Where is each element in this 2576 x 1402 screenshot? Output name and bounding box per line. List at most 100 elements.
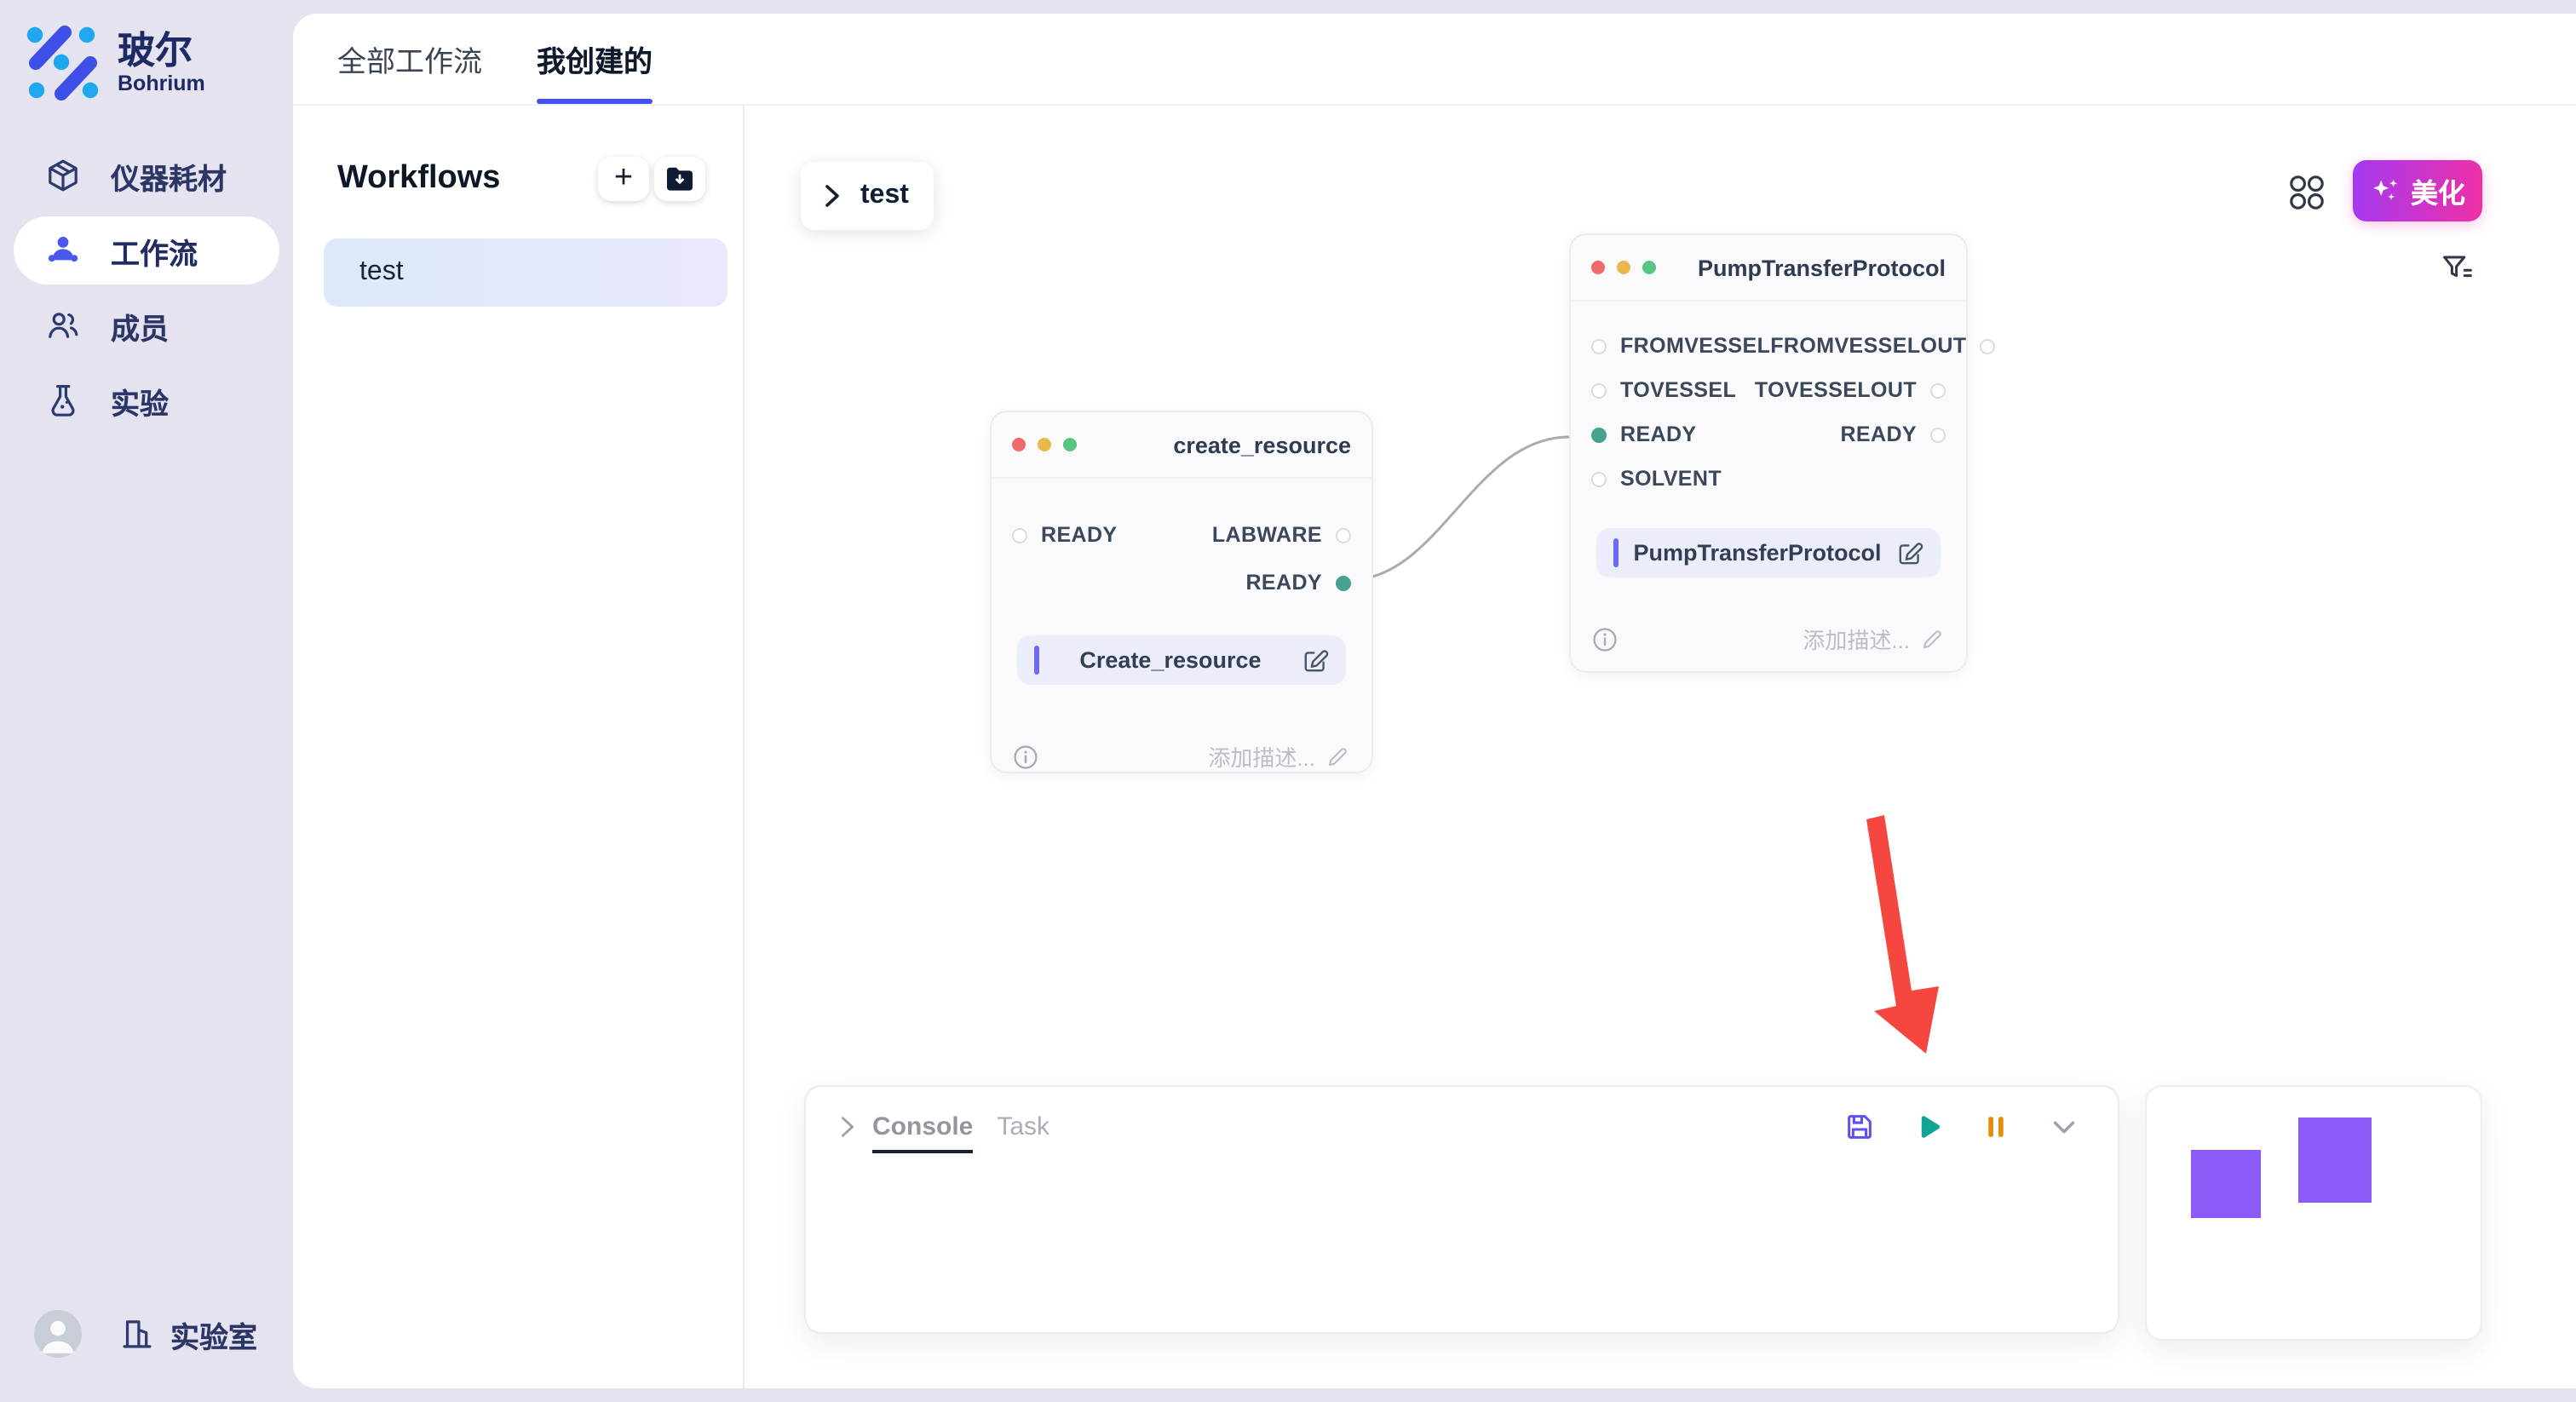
node-header: PumpTransferProtocol <box>1571 235 1966 302</box>
input-port-fromvessel[interactable]: FROMVESSEL <box>1591 334 1770 358</box>
building-icon <box>119 1315 155 1353</box>
port-label: LABWARE <box>1212 523 1322 547</box>
logo-subtitle: Bohrium <box>118 72 205 95</box>
sidebar-item-experiments[interactable]: 实验 <box>14 366 279 434</box>
lab-selector[interactable]: 实验室 <box>170 1313 257 1355</box>
input-port-solvent[interactable]: SOLVENT <box>1591 467 1722 491</box>
minimap[interactable] <box>2145 1085 2482 1341</box>
sidebar-item-label: 实验 <box>111 379 169 422</box>
node-action[interactable]: PumpTransferProtocol <box>1596 528 1941 577</box>
chevron-right-icon <box>821 182 843 210</box>
add-description[interactable]: 添加描述... <box>1208 740 1351 773</box>
import-folder-button[interactable] <box>654 157 705 201</box>
node-title: PumpTransferProtocol <box>1656 255 1946 280</box>
node-create-resource[interactable]: create_resource READY LABWARE <box>990 411 1373 773</box>
port-circle <box>1930 382 1946 398</box>
port-label: READY <box>1620 422 1697 446</box>
window-dot-yellow <box>1038 438 1051 451</box>
node-action[interactable]: Create_resource <box>1017 635 1346 685</box>
beautify-button[interactable]: 美化 <box>2353 160 2482 221</box>
output-port-fromvesselout[interactable]: FROMVESSELOUT <box>1770 334 1995 358</box>
console-panel: Console Task <box>804 1085 2119 1334</box>
command-grid-icon[interactable] <box>2288 174 2326 211</box>
output-port-tovesselout[interactable]: TOVESSELOUT <box>1755 378 1946 402</box>
add-description[interactable]: 添加描述... <box>1803 623 1946 655</box>
collapse-chevron-right-icon[interactable] <box>837 1114 859 1140</box>
sidebar-nav: 仪器耗材 工作流 成员 <box>0 141 293 434</box>
tab-console[interactable]: Console <box>872 1112 973 1141</box>
node-pump-transfer-protocol[interactable]: PumpTransferProtocol FROMVESSEL FROMVESS… <box>1569 233 1968 673</box>
port-label: READY <box>1041 523 1118 547</box>
window-dot-red <box>1591 261 1605 274</box>
node-connection-edge <box>1349 437 1569 580</box>
tab-task[interactable]: Task <box>997 1112 1049 1141</box>
workflow-canvas[interactable]: test 美化 <box>745 106 2576 1388</box>
port-circle <box>1336 527 1351 543</box>
workflow-icon <box>44 232 82 269</box>
port-circle <box>1930 427 1946 442</box>
sidebar-item-label: 仪器耗材 <box>111 154 227 197</box>
workflow-tabbar: 全部工作流 我创建的 <box>293 14 2576 106</box>
port-circle <box>1012 527 1027 543</box>
output-port-ready[interactable]: READY <box>1840 422 1946 446</box>
port-label: TOVESSELOUT <box>1755 378 1917 402</box>
user-avatar-icon <box>34 1310 82 1358</box>
sidebar-item-workflow[interactable]: 工作流 <box>14 216 279 284</box>
breadcrumb[interactable]: test <box>801 162 934 230</box>
members-icon <box>44 307 82 344</box>
port-circle <box>1591 338 1607 353</box>
edit-icon[interactable] <box>1896 539 1923 566</box>
add-workflow-button[interactable]: + <box>598 157 649 201</box>
logo: 玻尔 Bohrium <box>0 0 293 101</box>
pause-icon[interactable] <box>1980 1111 2012 1143</box>
port-label: READY <box>1245 571 1322 595</box>
port-label: FROMVESSELOUT <box>1770 334 1966 358</box>
tab-label: 全部工作流 <box>337 37 482 80</box>
chevron-down-icon[interactable] <box>2048 1111 2080 1143</box>
info-icon[interactable] <box>1012 743 1039 770</box>
workflow-name: test <box>359 257 404 288</box>
breadcrumb-label: test <box>860 181 909 211</box>
input-port-tovessel[interactable]: TOVESSEL <box>1591 378 1736 402</box>
output-port-ready[interactable]: READY <box>1245 571 1351 595</box>
input-port-ready[interactable]: READY <box>1012 523 1118 547</box>
input-port-ready[interactable]: READY <box>1591 422 1697 446</box>
sparkles-icon <box>2370 177 2401 204</box>
save-icon[interactable] <box>1843 1111 1876 1143</box>
description-placeholder: 添加描述... <box>1208 740 1315 773</box>
sidebar-item-label: 成员 <box>111 304 169 347</box>
app-window: 玻尔 Bohrium 仪器耗材 工作流 <box>0 0 2576 1402</box>
pencil-icon <box>1920 626 1946 652</box>
run-icon[interactable] <box>1912 1111 1944 1143</box>
annotation-arrow <box>1866 815 1939 1054</box>
folder-import-icon <box>664 165 695 192</box>
node-header: create_resource <box>992 412 1371 479</box>
sidebar-footer: 实验室 <box>34 1310 257 1358</box>
port-label: TOVESSEL <box>1620 378 1736 402</box>
sidebar-item-label: 工作流 <box>111 229 198 272</box>
experiment-icon <box>44 382 82 419</box>
node-action-label: PumpTransferProtocol <box>1619 540 1896 566</box>
port-label: SOLVENT <box>1620 467 1722 491</box>
workflows-title: Workflows <box>337 160 593 198</box>
window-dot-yellow <box>1617 261 1630 274</box>
output-port-labware[interactable]: LABWARE <box>1212 523 1351 547</box>
port-circle <box>1591 471 1607 486</box>
info-icon[interactable] <box>1591 625 1619 652</box>
port-label: READY <box>1840 422 1917 446</box>
sidebar-item-instruments[interactable]: 仪器耗材 <box>14 141 279 210</box>
window-dot-green <box>1642 261 1656 274</box>
tab-my-created[interactable]: 我创建的 <box>537 14 653 104</box>
sidebar: 玻尔 Bohrium 仪器耗材 工作流 <box>0 0 293 1402</box>
workflow-list-item[interactable]: test <box>324 238 727 307</box>
sidebar-item-members[interactable]: 成员 <box>14 291 279 359</box>
avatar[interactable] <box>34 1310 82 1358</box>
window-dot-red <box>1012 438 1026 451</box>
bohrium-logo-icon <box>26 26 101 101</box>
edit-icon[interactable] <box>1302 646 1329 674</box>
beautify-label: 美化 <box>2411 170 2465 211</box>
filter-icon[interactable] <box>2440 250 2474 284</box>
port-circle-connected <box>1591 427 1607 442</box>
main-panel: 全部工作流 我创建的 Workflows + <box>293 14 2576 1388</box>
tab-all-workflows[interactable]: 全部工作流 <box>337 14 482 104</box>
